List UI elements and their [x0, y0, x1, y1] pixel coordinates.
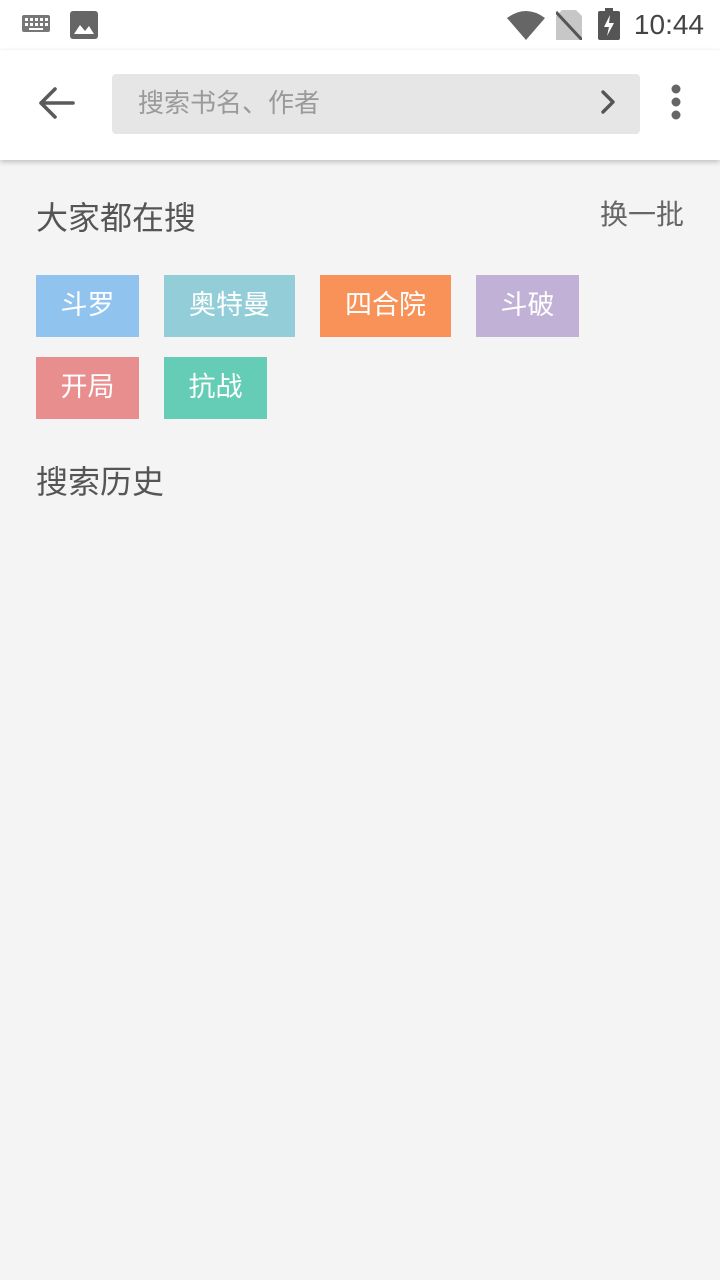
keyboard-icon: [22, 15, 50, 37]
no-sim-icon: [554, 10, 584, 44]
battery-charging-icon: [598, 8, 620, 44]
arrow-left-icon: [39, 87, 75, 123]
hot-tag[interactable]: 奥特曼: [164, 275, 295, 337]
status-bar: 10:44: [0, 0, 720, 50]
wifi-icon: [507, 10, 545, 44]
refresh-button[interactable]: 换一批: [600, 196, 684, 234]
search-input[interactable]: [112, 74, 582, 134]
more-options-button[interactable]: [654, 76, 698, 132]
more-vert-icon: [671, 84, 681, 124]
chevron-right-icon: [600, 89, 616, 119]
search-toolbar: [0, 50, 720, 160]
hot-tag[interactable]: 斗破: [476, 275, 579, 337]
search-history-title: 搜索历史: [36, 463, 165, 501]
hot-searches-title: 大家都在搜: [36, 199, 197, 237]
search-box: [112, 74, 640, 134]
search-submit-button[interactable]: [590, 86, 626, 122]
hot-tag[interactable]: 抗战: [164, 357, 267, 419]
hot-tag[interactable]: 四合院: [320, 275, 451, 337]
back-button[interactable]: [22, 70, 92, 140]
image-icon: [70, 11, 98, 43]
status-time: 10:44: [633, 9, 704, 40]
hot-tag[interactable]: 开局: [36, 357, 139, 419]
hot-tag[interactable]: 斗罗: [36, 275, 139, 337]
